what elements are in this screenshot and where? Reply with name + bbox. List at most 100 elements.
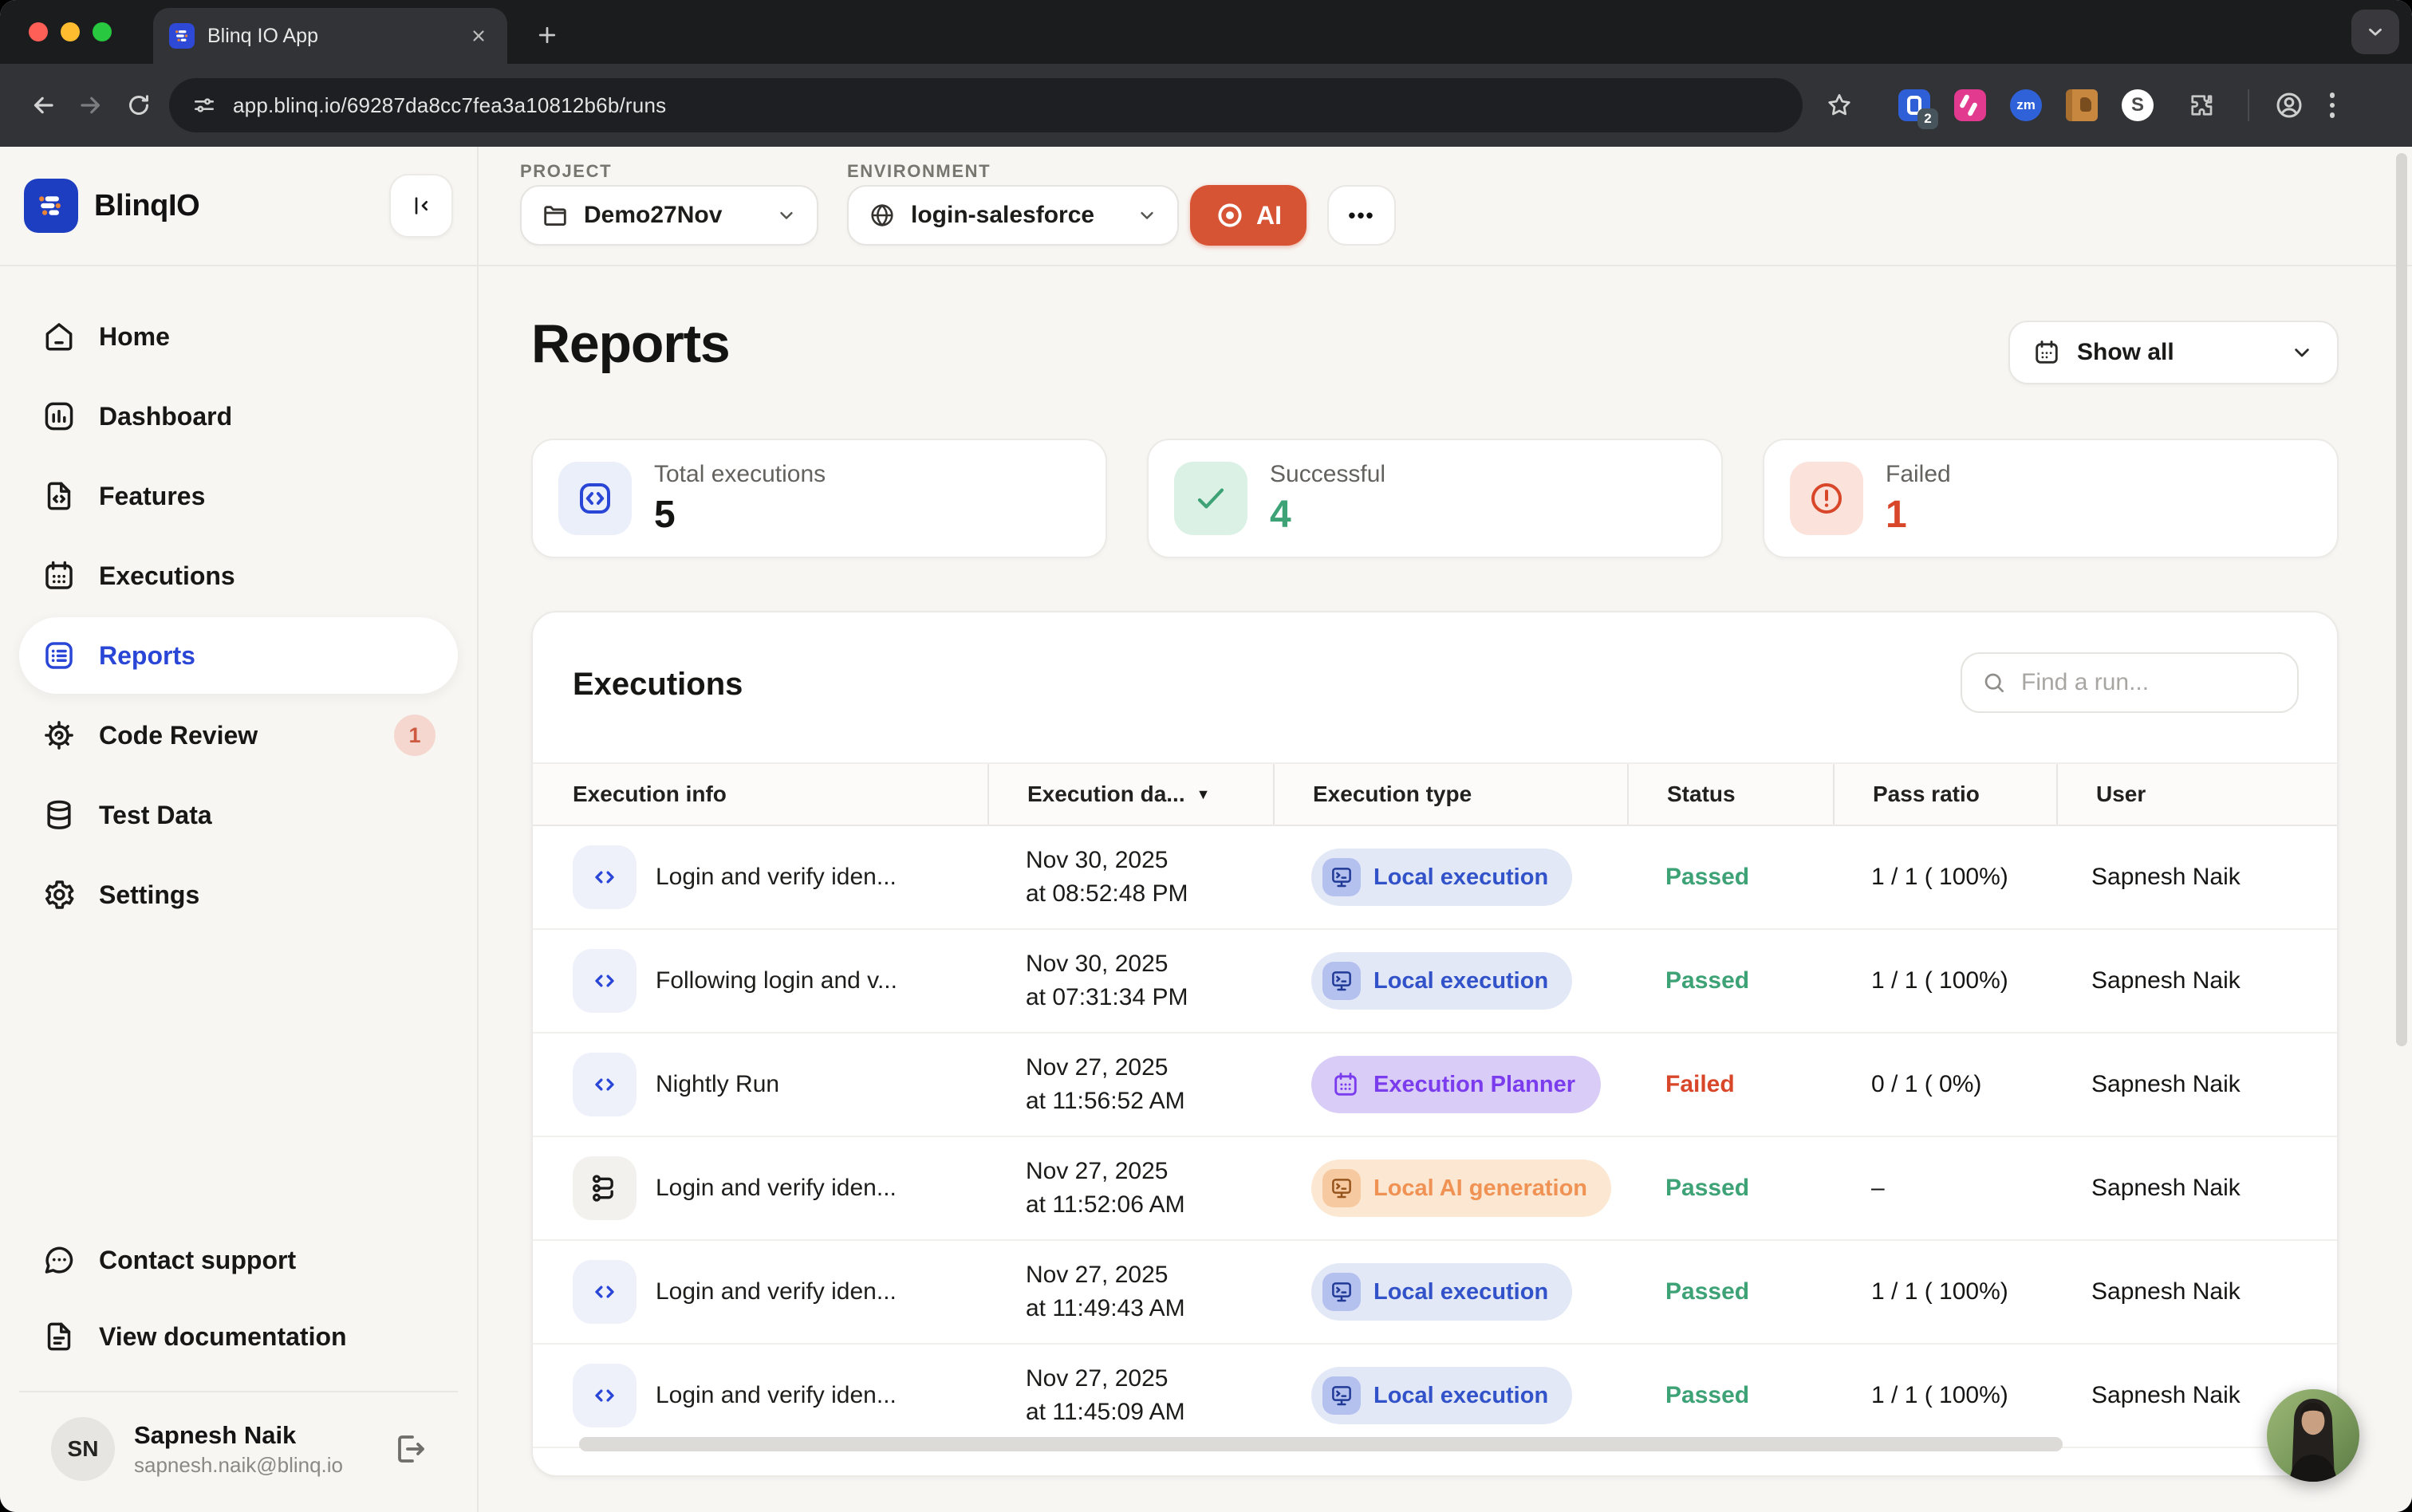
project-select[interactable]: Demo27Nov <box>520 185 818 246</box>
table-row[interactable]: Login and verify iden... Nov 27, 2025 at… <box>533 1137 2337 1241</box>
horizontal-scrollbar[interactable] <box>579 1437 2063 1451</box>
badge-icon <box>1322 962 1361 1000</box>
execution-type-badge: Local execution <box>1311 1263 1572 1321</box>
forward-icon[interactable] <box>67 81 115 129</box>
stat-label: Failed <box>1886 461 1951 488</box>
ai-button-label: AI <box>1256 201 1282 230</box>
url-text[interactable]: app.blinq.io/69287da8cc7fea3a10812b6b/ru… <box>233 93 666 118</box>
s-extension-icon[interactable]: S <box>2122 89 2154 121</box>
minimize-window-button[interactable] <box>61 22 80 41</box>
execution-type-badge: Local AI generation <box>1311 1160 1611 1217</box>
search-input[interactable] <box>2021 669 2278 696</box>
code-brackets-icon <box>558 462 632 535</box>
pass-ratio: 1 / 1 ( 100%) <box>1833 1278 2056 1305</box>
badge-icon <box>1322 858 1361 896</box>
environment-select[interactable]: login-salesforce <box>847 185 1179 246</box>
tab-search-chevron-icon[interactable] <box>2351 10 2399 54</box>
logout-icon[interactable] <box>391 1430 429 1468</box>
search-run-input[interactable] <box>1961 652 2299 713</box>
sidebar-item-test-data[interactable]: Test Data <box>19 777 458 853</box>
more-options-button[interactable]: ••• <box>1327 185 1396 246</box>
reports-list-icon <box>41 638 77 673</box>
back-icon[interactable] <box>19 81 67 129</box>
column-execution-info[interactable]: Execution info <box>533 764 987 825</box>
ai-record-button[interactable]: AI <box>1190 185 1306 246</box>
sidebar-item-label: Home <box>99 322 170 352</box>
browser-tabstrip: Blinq IO App <box>0 0 2412 64</box>
calendar-icon <box>2032 338 2061 367</box>
calendar-icon <box>41 558 77 593</box>
page-vertical-scrollbar[interactable] <box>2396 153 2407 1046</box>
view-documentation-link[interactable]: View documentation <box>19 1298 458 1375</box>
sidebar-collapse-button[interactable] <box>389 174 453 238</box>
date-filter-button[interactable]: Show all <box>2008 321 2339 384</box>
sidebar-item-features[interactable]: Features <box>19 458 458 534</box>
sidebar-item-label: Executions <box>99 561 235 591</box>
sidebar-item-settings[interactable]: Settings <box>19 856 458 933</box>
window-controls[interactable] <box>29 22 112 41</box>
sort-desc-icon[interactable]: ▼ <box>1196 786 1211 803</box>
execution-type-badge: Execution Planner <box>1311 1056 1601 1113</box>
notebook-extension-icon[interactable] <box>2066 89 2098 121</box>
user-account-row[interactable]: SN Sapnesh Naik sapnesh.naik@blinq.io <box>19 1391 458 1512</box>
new-tab-button[interactable] <box>526 14 568 56</box>
table-row[interactable]: Following login and v... Nov 30, 2025 at… <box>533 930 2337 1034</box>
browser-menu-icon[interactable] <box>2313 93 2351 118</box>
close-window-button[interactable] <box>29 22 48 41</box>
sidebar-item-home[interactable]: Home <box>19 298 458 375</box>
check-icon <box>1174 462 1247 535</box>
sidebar-item-label: Reports <box>99 641 195 671</box>
execution-name: Login and verify iden... <box>656 1175 897 1202</box>
profile-icon[interactable] <box>2265 81 2313 129</box>
column-pass-ratio[interactable]: Pass ratio <box>1833 764 2056 825</box>
environment-label: ENVIRONMENT <box>847 161 991 182</box>
password-extension-icon[interactable]: 2 <box>1898 89 1930 121</box>
browser-tab[interactable]: Blinq IO App <box>153 8 507 64</box>
column-user[interactable]: User <box>2056 764 2339 825</box>
stat-label: Successful <box>1270 461 1385 488</box>
table-row[interactable]: Nightly Run Nov 27, 2025 at 11:56:52 AM … <box>533 1034 2337 1137</box>
tab-close-icon[interactable] <box>466 23 491 49</box>
address-bar[interactable]: app.blinq.io/69287da8cc7fea3a10812b6b/ru… <box>169 78 1803 132</box>
sidebar-item-label: Features <box>99 482 205 511</box>
pink-extension-icon[interactable] <box>1954 89 1986 121</box>
executions-table-card: Executions Execution info Execution da..… <box>531 611 2339 1477</box>
table-row[interactable]: Login and verify iden... Nov 27, 2025 at… <box>533 1345 2337 1448</box>
contact-support-label: Contact support <box>99 1246 296 1275</box>
zoom-window-button[interactable] <box>93 22 112 41</box>
gear-icon <box>41 877 77 912</box>
reports-content: Reports Show all Total executions 5 <box>479 266 2412 1512</box>
sidebar-item-dashboard[interactable]: Dashboard <box>19 378 458 455</box>
execution-date: Nov 30, 2025 at 08:52:48 PM <box>987 844 1273 911</box>
code-review-badge: 1 <box>394 715 436 756</box>
column-status[interactable]: Status <box>1627 764 1833 825</box>
stat-label: Total executions <box>654 461 826 488</box>
sidebar-nav: Home Dashboard Features Executions Repor… <box>0 266 477 936</box>
brand-row: BlinqIO <box>0 147 477 266</box>
environment-value: login-salesforce <box>911 202 1094 229</box>
execution-name: Login and verify iden... <box>656 864 897 891</box>
pass-ratio: – <box>1833 1175 2056 1202</box>
pass-ratio: 0 / 1 ( 0%) <box>1833 1071 2056 1098</box>
user-name-cell: Sapnesh Naik <box>2056 864 2339 891</box>
chevron-down-icon <box>1136 204 1158 226</box>
site-settings-icon[interactable] <box>191 93 217 118</box>
table-row[interactable]: Login and verify iden... Nov 30, 2025 at… <box>533 826 2337 930</box>
blinq-logo-icon <box>24 179 78 233</box>
column-execution-type[interactable]: Execution type <box>1273 764 1627 825</box>
floating-profile-photo-bubble[interactable] <box>2267 1389 2359 1482</box>
sidebar-item-reports[interactable]: Reports <box>19 617 458 694</box>
reload-icon[interactable] <box>115 81 163 129</box>
execution-name: Login and verify iden... <box>656 1382 897 1409</box>
user-name-cell: Sapnesh Naik <box>2056 1071 2339 1098</box>
extensions-puzzle-icon[interactable] <box>2178 81 2225 129</box>
column-execution-date[interactable]: Execution da... ▼ <box>987 764 1273 825</box>
zoom-extension-icon[interactable]: zm <box>2010 89 2042 121</box>
contact-support-link[interactable]: Contact support <box>19 1222 458 1298</box>
sidebar-item-code-review[interactable]: Code Review 1 <box>19 697 458 774</box>
status-text: Passed <box>1665 1278 1749 1305</box>
sidebar-item-executions[interactable]: Executions <box>19 537 458 614</box>
project-value: Demo27Nov <box>584 202 722 229</box>
bookmark-star-icon[interactable] <box>1815 81 1863 129</box>
table-row[interactable]: Login and verify iden... Nov 27, 2025 at… <box>533 1241 2337 1345</box>
